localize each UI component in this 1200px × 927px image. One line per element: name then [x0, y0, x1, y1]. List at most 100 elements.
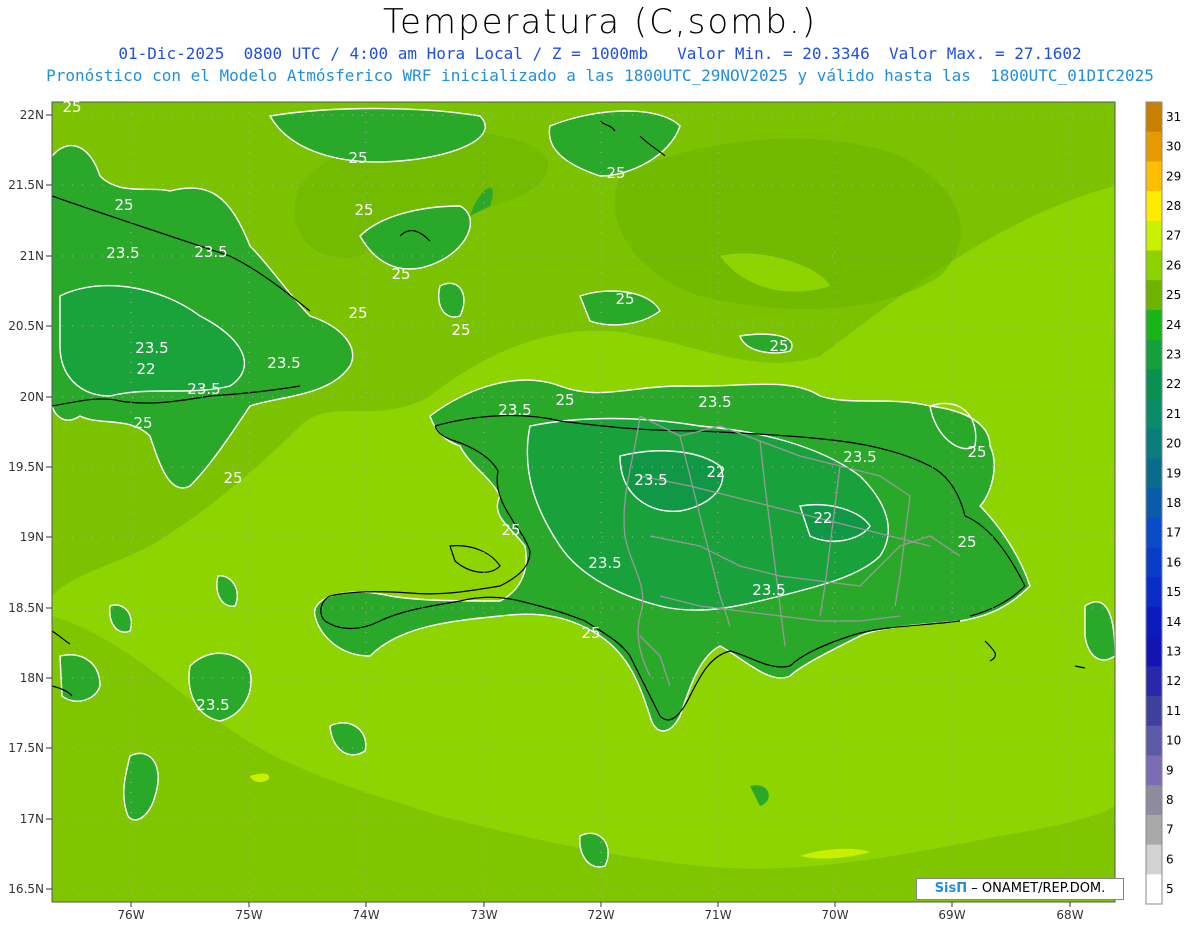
colorbar-swatch	[1146, 280, 1162, 311]
lon-label: 76W	[117, 908, 144, 922]
colorbar-label: 24	[1166, 318, 1181, 332]
colorbar-label: 30	[1166, 140, 1181, 154]
colorbar-label: 17	[1166, 526, 1181, 540]
contour-label: 25	[348, 149, 367, 167]
contour-label: 22	[813, 509, 832, 527]
lat-label: 16.5N	[8, 882, 44, 896]
colorbar-swatch	[1146, 606, 1162, 638]
colorbar-label: 16	[1166, 555, 1181, 569]
lat-label: 17N	[20, 812, 44, 826]
colorbar-label: 31	[1166, 110, 1181, 124]
contour-label: 25	[223, 469, 242, 487]
lon-label: 68W	[1056, 908, 1083, 922]
colorbar-swatch	[1146, 755, 1162, 786]
valid-time-info: 01-Dic-2025 0800 UTC / 4:00 am Hora Loca…	[118, 44, 1082, 63]
lon-label: 70W	[821, 908, 848, 922]
contour-label: 23.5	[752, 581, 785, 599]
contour-label: 23.5	[106, 244, 139, 262]
contour-label: 25	[62, 98, 81, 116]
colorbar-label: 20	[1166, 437, 1181, 451]
colorbar-swatch	[1146, 488, 1162, 519]
contour-label: 23.5	[588, 554, 621, 572]
colorbar-label: 7	[1166, 823, 1174, 837]
lat-label: 18.5N	[8, 601, 44, 615]
contour-label: 25	[606, 164, 625, 182]
lat-label: 19N	[20, 530, 44, 544]
colorbar-label: 13	[1166, 645, 1181, 659]
contour-label: 25	[354, 201, 373, 219]
colorbar-label: 25	[1166, 288, 1181, 302]
colorbar-label: 19	[1166, 466, 1181, 480]
colorbar-label: 18	[1166, 496, 1181, 510]
contour-label: 25	[133, 414, 152, 432]
colorbar-label: 21	[1166, 407, 1181, 421]
colorbar-label: 22	[1166, 377, 1181, 391]
colorbar-swatch	[1146, 131, 1162, 162]
colorbar-label: 8	[1166, 793, 1174, 807]
colorbar-label: 27	[1166, 229, 1181, 243]
contour-label: 25	[555, 391, 574, 409]
colorbar-swatch	[1146, 785, 1162, 816]
colorbar-label: 29	[1166, 169, 1181, 183]
colorbar-label: 23	[1166, 347, 1181, 361]
colorbar-swatch	[1146, 220, 1162, 252]
colorbar-swatch	[1146, 102, 1162, 133]
colorbar-swatch	[1146, 844, 1162, 875]
colorbar-label: 10	[1166, 734, 1181, 748]
temperature-colorbar: 31 30 29 28 27 26 25 24 23 22 21 20 19 18 17 16 15 14 13 12…	[1145, 101, 1181, 905]
contour-label: 25	[114, 196, 133, 214]
contour-label: 23.5	[498, 401, 531, 419]
colorbar-label: 11	[1166, 704, 1181, 718]
contour-label: 25	[769, 337, 788, 355]
sispi-logo: SisΠ	[934, 881, 968, 896]
lon-label: 72W	[587, 908, 614, 922]
colorbar-label: 12	[1166, 674, 1181, 688]
contour-label: 22	[136, 360, 155, 378]
colorbar-swatch	[1146, 369, 1162, 400]
model-run-info: Pronóstico con el Modelo Atmósferico WRF…	[46, 66, 1154, 85]
colorbar-swatch	[1146, 547, 1162, 578]
contour-label: 25	[581, 624, 600, 642]
colorbar-swatch	[1146, 517, 1162, 549]
lat-label: 18N	[20, 671, 44, 685]
colorbar-swatch	[1146, 191, 1162, 222]
lon-label: 73W	[470, 908, 497, 922]
contour-label: 23.5	[196, 696, 229, 714]
lon-label: 74W	[352, 908, 379, 922]
colorbar-swatch	[1146, 636, 1162, 667]
lat-label: 20N	[20, 390, 44, 404]
contour-label: 25	[967, 443, 986, 461]
colorbar-swatch	[1146, 725, 1162, 756]
colorbar-label: 9	[1166, 763, 1174, 777]
colorbar-label: 26	[1166, 258, 1181, 272]
lon-label: 69W	[938, 908, 965, 922]
colorbar-swatch	[1146, 428, 1162, 459]
colorbar-swatch	[1146, 577, 1162, 608]
colorbar-label: 14	[1166, 615, 1181, 629]
map-title: Temperatura (C,somb.)	[383, 2, 817, 42]
colorbar-swatch	[1146, 458, 1162, 489]
colorbar-label: 15	[1166, 585, 1181, 599]
colorbar-label: 6	[1166, 852, 1174, 866]
lat-label: 21.5N	[8, 178, 44, 192]
contour-label: 23.5	[843, 448, 876, 466]
contour-label: 25	[391, 265, 410, 283]
contour-label: 23.5	[135, 339, 168, 357]
colorbar-label: 28	[1166, 199, 1181, 213]
lat-label: 22N	[20, 108, 44, 122]
lat-label: 21N	[20, 249, 44, 263]
colorbar-swatch	[1146, 666, 1162, 697]
contour-label: 25	[501, 521, 520, 539]
colorbar-swatch	[1146, 161, 1162, 192]
contour-label: 22	[706, 463, 725, 481]
credit-text: – ONAMET/REP.DOM.	[971, 881, 1106, 896]
contour-label: 25	[451, 321, 470, 339]
colorbar-swatch	[1146, 814, 1162, 846]
colorbar-swatch	[1146, 399, 1162, 430]
contour-label: 23.5	[634, 471, 667, 489]
colorbar-swatch	[1146, 309, 1162, 341]
contour-label: 23.5	[698, 393, 731, 411]
colorbar-swatch	[1146, 696, 1162, 727]
lon-label: 71W	[704, 908, 731, 922]
temperature-map: 22N 21.5N 21N 20.5N 20N 19.5N 19N 18.5N …	[8, 98, 1181, 922]
